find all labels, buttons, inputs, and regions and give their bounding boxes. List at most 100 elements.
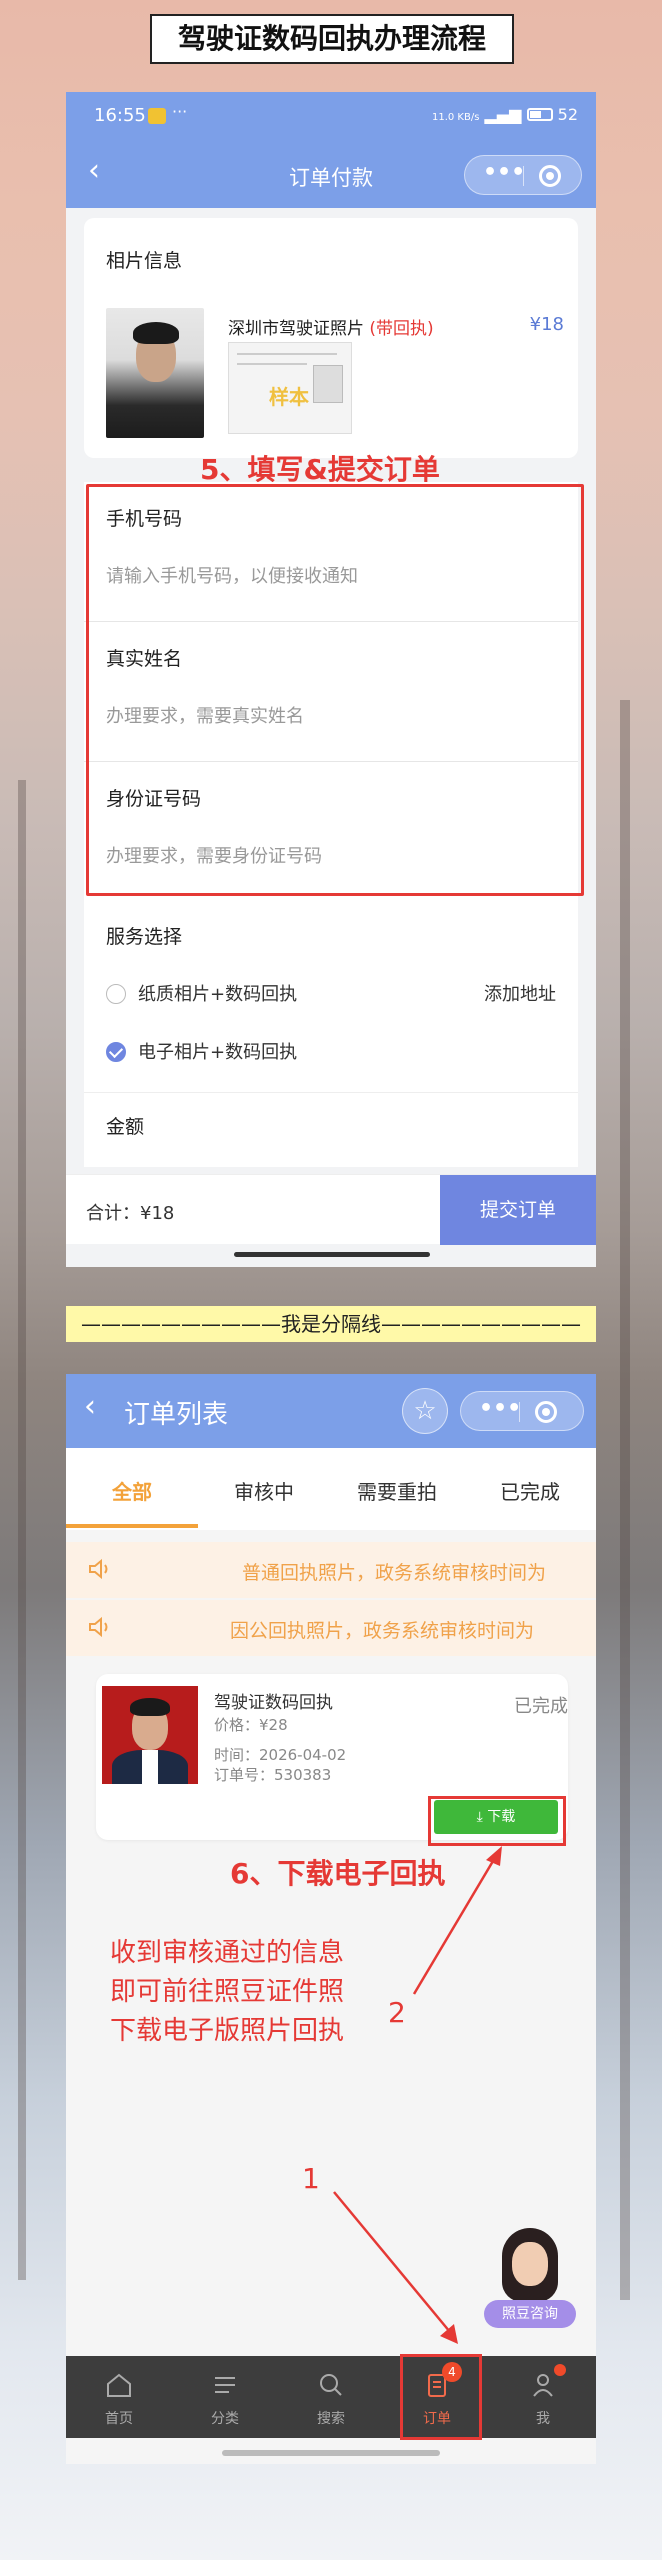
order-card[interactable]: 驾驶证数码回执 已完成 价格：¥28 时间：2026-04-02 订单号：530… [96,1674,568,1840]
signal-icon: ▂▄▆ [484,105,522,124]
status-time: 16:55 [94,105,146,126]
id-card-label: 身份证号码 [106,788,202,810]
speaker-icon [89,1558,108,1580]
nav-bar: ‹ 订单付款 ••• [66,142,596,208]
net-speed: 11.0 KB/s [431,112,480,123]
name-input[interactable] [106,706,556,727]
home-icon [107,2373,131,2397]
capsule-divider [519,1402,520,1422]
order-number: 订单号：530383 [214,1766,332,1784]
search-icon [320,2374,342,2396]
speaker-icon [89,1616,108,1638]
radio-checked-icon[interactable] [106,1042,126,1062]
tabbar-label: 订单 [423,2411,451,2427]
nav-title: 订单列表 [124,1400,229,1430]
service-option-paper[interactable]: 纸质相片+数码回执 [106,980,297,1006]
product-name: 深圳市驾驶证照片 (带回执) [228,314,434,339]
tabbar-label: 分类 [211,2411,239,2427]
consult-tag: 照豆咨询 [484,2300,576,2328]
option-label: 纸质相片+数码回执 [138,984,298,1005]
active-tab-underline [66,1524,198,1528]
amount-label: 金额 [106,1116,145,1138]
notice-bar: 普通回执照片，政务系统审核时间为 [66,1542,596,1598]
tabbar-orders[interactable]: 4 订单 [384,2356,490,2438]
tab-completed[interactable]: 已完成 [464,1476,596,1505]
user-photo [106,308,204,438]
mini-program-capsule: ••• [464,155,582,195]
submit-order-button[interactable]: 提交订单 [440,1175,596,1245]
name-label: 真实姓名 [106,648,183,670]
profile-icon [533,2374,553,2397]
radio-icon[interactable] [106,984,126,1004]
target-icon[interactable] [539,165,561,187]
tabbar-category[interactable]: 分类 [172,2356,278,2438]
order-price: 价格：¥28 [214,1716,288,1734]
tabbar-search[interactable]: 搜索 [278,2356,384,2438]
background-tree [18,780,26,2280]
consultant-face [512,2242,548,2286]
battery-icon [526,108,553,121]
tab-retake[interactable]: 需要重拍 [331,1476,463,1505]
photo-info-title: 相片信息 [106,250,183,272]
id-photo-shirt [142,1750,158,1784]
sample-receipt-image: 样本 [228,342,352,434]
tab-all[interactable]: 全部 [66,1476,198,1505]
sample-stamp: 样本 [269,385,309,409]
service-option-electronic[interactable]: 电子相片+数码回执 [106,1038,297,1064]
order-list-screen: ‹ 订单列表 ☆ ••• 全部 审核中 需要重拍 已完成 普通回执照片，政务系统… [66,1374,596,2464]
order-form: 手机号码 真实姓名 身份证号码 [84,482,578,902]
tabbar-label: 搜索 [317,2411,345,2427]
notification-icon [148,108,166,124]
status-right: 11.0 KB/s ▂▄▆ 52 [432,105,578,124]
home-indicator [222,2450,440,2456]
id-card-input[interactable] [106,846,556,867]
section-divider [84,1092,578,1093]
tabbar-label: 我 [536,2411,550,2427]
bottom-tab-bar: 首页 分类 搜索 4 订单 我 [66,2356,596,2438]
product-name-text: 深圳市驾驶证照片 [228,319,364,339]
explain-line: 即可前往照豆证件照 [110,1977,345,2007]
background-tree [620,700,630,2300]
explain-line: 下载电子版照片回执 [110,2016,345,2046]
explain-text: 收到审核通过的信息 即可前往照豆证件照 下载电子版照片回执 [110,1934,344,2051]
sample-mini-photo [313,365,343,403]
mini-program-capsule: ••• [460,1391,584,1431]
battery-level: 52 [557,105,578,124]
option-label: 电子相片+数码回执 [138,1042,298,1063]
tabbar-profile[interactable]: 我 [490,2356,596,2438]
more-dots-icon[interactable]: ••• [483,160,525,185]
marker-1: 1 [302,2162,320,2195]
star-icon[interactable]: ☆ [402,1388,448,1434]
arrow-head-orders [440,2324,458,2344]
name-field: 真实姓名 [84,622,578,762]
arrow-head-download [486,1846,502,1866]
phone-field: 手机号码 [84,482,578,622]
phone-input[interactable] [106,566,556,587]
order-status: 已完成 [514,1696,568,1717]
order-badge: 4 [442,2362,462,2382]
tab-reviewing[interactable]: 审核中 [198,1476,330,1505]
tabbar-home[interactable]: 首页 [66,2356,172,2438]
more-dots-icon[interactable]: ••• [479,1396,521,1421]
order-payment-screen: 16:55 ··· 11.0 KB/s ▂▄▆ 52 ‹ 订单付款 ••• 相片… [66,92,596,1267]
target-icon[interactable] [535,1401,557,1423]
capsule-divider [523,166,524,186]
arrow-to-orders [333,2191,451,2333]
list-icon [215,2377,235,2393]
sample-line [237,363,307,365]
status-bar: 16:55 ··· 11.0 KB/s ▂▄▆ 52 [66,92,596,142]
download-button[interactable]: ⤓ 下载 [434,1800,558,1834]
add-address-link[interactable]: 添加地址 [484,980,556,1006]
profile-dot [554,2364,566,2376]
photo-info-card: 相片信息 深圳市驾驶证照片 (带回执) ¥18 样本 [84,218,578,458]
explain-line: 收到审核通过的信息 [110,1938,345,1968]
id-card-field: 身份证号码 [84,762,578,902]
consult-button[interactable]: 照豆咨询 [484,2228,576,2336]
checkout-bar: 合计：¥18 提交订单 [66,1174,596,1245]
product-tag: (带回执) [369,319,434,339]
order-tabs: 全部 审核中 需要重拍 已完成 [66,1448,596,1530]
service-title: 服务选择 [106,926,183,948]
order-time: 时间：2026-04-02 [214,1746,347,1764]
id-photo-thumbnail [102,1686,198,1784]
back-icon[interactable]: ‹ [84,1392,96,1422]
